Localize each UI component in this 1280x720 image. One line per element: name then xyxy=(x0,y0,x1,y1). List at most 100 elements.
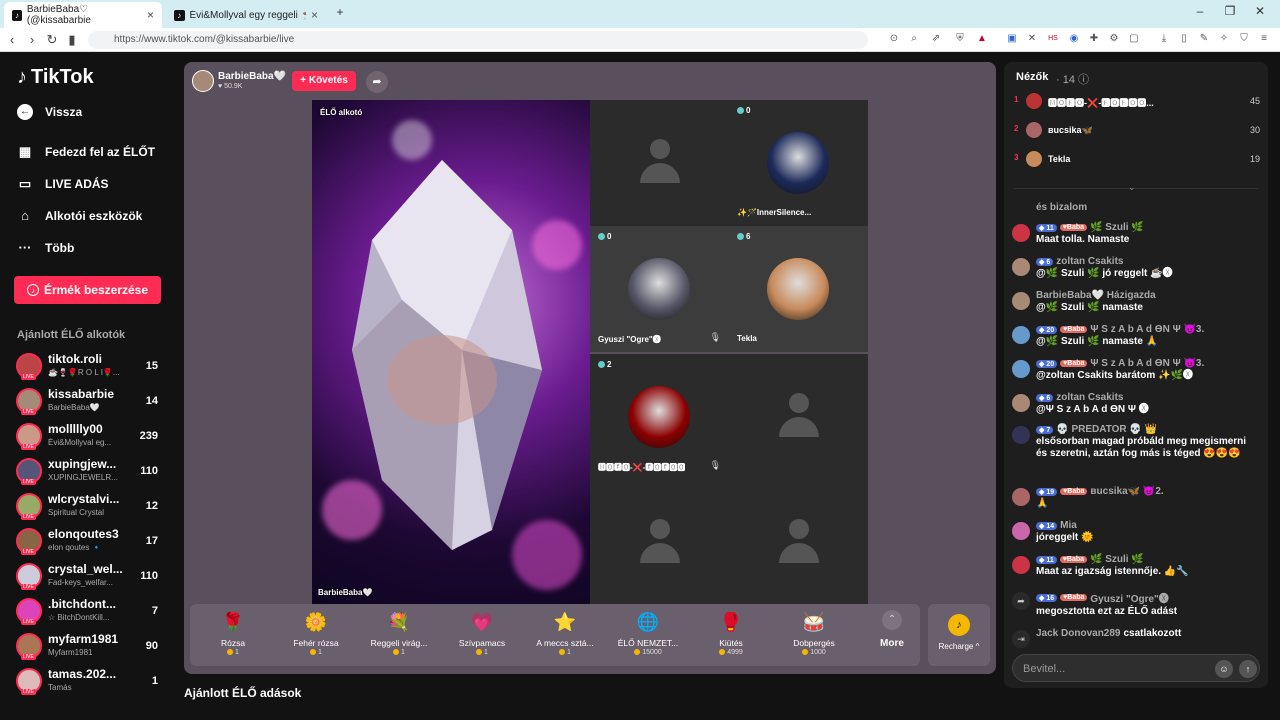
chat-avatar[interactable] xyxy=(1012,556,1030,574)
gift-item[interactable]: 🌐 ÉLŐ NEMZET... 15000 xyxy=(609,610,687,666)
chat-avatar[interactable] xyxy=(1012,224,1030,242)
shield-icon[interactable]: ⛨ xyxy=(954,33,966,45)
close-tab-icon[interactable]: × xyxy=(147,8,154,22)
settings-icon[interactable]: ⚙ xyxy=(1108,33,1120,45)
more-gifts-button[interactable]: ⌃ More xyxy=(870,610,914,649)
creator-item[interactable]: LIVE elonqoutes3 elon qoutes 🔹 17 xyxy=(16,525,166,559)
creator-item[interactable]: LIVE .bitchdont... ☆ BitchDontKill... 7 xyxy=(16,595,166,629)
creator-item[interactable]: LIVE tamas.202... Tamás 1 xyxy=(16,665,166,699)
main-video[interactable]: ÉLŐ alkotó BarbieBaba🤍 xyxy=(312,100,590,604)
cast-icon[interactable]: ⊙ xyxy=(888,33,900,45)
puzzle-icon[interactable]: ✚ xyxy=(1088,33,1100,45)
creator-item[interactable]: LIVE wlcrystalvi... Spiritual Crystal 12 xyxy=(16,490,166,524)
new-tab-button[interactable]: + xyxy=(330,5,350,19)
gift-item[interactable]: 🥊 Kiütés 4999 xyxy=(692,610,770,666)
chat-username[interactable]: Gyuszi "Ogre"🅧 xyxy=(1090,590,1168,605)
creator-item[interactable]: LIVE tiktok.roli ☕🍷🌹R O L I🌹... 15 xyxy=(16,350,166,384)
empty-guest-slot[interactable] xyxy=(590,480,729,606)
reload-icon[interactable]: ↻ xyxy=(44,32,60,48)
menu-creator-tools[interactable]: ⌂ Alkotói eszközök xyxy=(17,208,142,223)
creator-item[interactable]: LIVE crystal_wel... Fad-keys_welfar... 1… xyxy=(16,560,166,594)
host-avatar[interactable] xyxy=(192,70,214,92)
recharge-button[interactable]: ♪ Recharge ^ xyxy=(928,604,990,666)
chat-username[interactable]: вucsika🦋 😈2. xyxy=(1090,486,1163,497)
guest-slot[interactable]: 0 Gyuszi "Ogre"🅧⃝ 🎙 xyxy=(590,226,729,352)
empty-guest-slot[interactable] xyxy=(729,480,868,606)
chevron-down-icon[interactable]: ⌄ xyxy=(1128,182,1136,193)
tiktok-logo[interactable]: ♪ TikTok xyxy=(17,66,94,89)
creator-item[interactable]: LIVE myfarm1981 Myfarm1981 90 xyxy=(16,630,166,664)
get-coins-button[interactable]: ♪ Érmék beszerzése xyxy=(14,276,161,304)
chat-username[interactable]: zoltan Csakits xyxy=(1056,256,1123,267)
gift-item[interactable]: 🥁 Dobpergés 1000 xyxy=(775,610,853,666)
chat-input[interactable] xyxy=(1023,661,1203,677)
empty-guest-slot[interactable] xyxy=(729,354,868,480)
creator-item[interactable]: LIVE kissabarbie BarbieBaba🤍 14 xyxy=(16,385,166,419)
close-window-icon[interactable]: ✕ xyxy=(1250,4,1270,18)
chat-avatar[interactable] xyxy=(1012,522,1030,540)
security-icon[interactable]: ⛉ xyxy=(1238,33,1250,45)
guest-slot[interactable]: 0 ✨🪄InnerSilence... xyxy=(729,100,868,226)
browser-tab-active[interactable]: ♪ BarbieBaba♡ (@kissabarbie × xyxy=(4,2,162,28)
back-link[interactable]: ← Vissza xyxy=(17,104,82,120)
creator-item[interactable]: LIVE mollllly00 Évi&Mollyval eg... 239 xyxy=(16,420,166,454)
menu-icon[interactable]: ≡ xyxy=(1258,33,1270,45)
extensions-icon[interactable]: ✧ xyxy=(1218,33,1230,45)
guest-slot[interactable]: 6 Tekla xyxy=(729,226,868,352)
download-icon[interactable]: ⤓ xyxy=(1158,33,1170,45)
send-icon[interactable]: ↑ xyxy=(1239,660,1257,678)
creator-item[interactable]: LIVE xupingjew... XUPINGJEWELR... 110 xyxy=(16,455,166,489)
vpn-icon[interactable]: ◉ xyxy=(1068,33,1080,45)
menu-explore-live[interactable]: ▦ Fedezd fel az ÉLŐT xyxy=(17,144,155,160)
minimize-icon[interactable]: – xyxy=(1190,4,1210,18)
tools-icon[interactable]: ✕ xyxy=(1026,33,1038,45)
chat-avatar[interactable] xyxy=(1012,258,1030,276)
guest-slot[interactable]: 2 🅼🅾🅵🅾-❌-🅵🅾🅵🅾🅾 🎙 xyxy=(590,354,729,480)
chat-avatar[interactable] xyxy=(1012,326,1030,344)
chat-username[interactable]: Ψ S z A b A d ƟN Ψ 😈3. xyxy=(1090,358,1204,369)
chat-avatar[interactable] xyxy=(1012,360,1030,378)
chat-username[interactable]: Jack Donovan289 xyxy=(1036,628,1121,639)
chat-username[interactable]: 🌿 Szuli 🌿 xyxy=(1090,554,1144,565)
zoom-icon[interactable]: ⌕ xyxy=(908,33,920,45)
browser-tab[interactable]: ♪ Évi&Mollyval egy reggeli ☕😍 (@m × xyxy=(166,2,326,28)
chat-username[interactable]: zoltan Csakits xyxy=(1056,392,1123,403)
empty-guest-slot[interactable] xyxy=(590,100,729,226)
reader-icon[interactable]: ✎ xyxy=(1198,33,1210,45)
back-icon[interactable]: ‹ xyxy=(4,32,20,47)
gift-item[interactable]: 💐 Reggeli virág... 1 xyxy=(360,610,438,666)
chat-avatar[interactable] xyxy=(1012,488,1030,506)
viewer-row[interactable]: 1 🅼🅾🅵🅾-❌-🅵🅾🅵🅾🅾... 45 xyxy=(1014,93,1260,109)
chat-username[interactable]: 💀 PREDATOR 💀 👑 xyxy=(1056,424,1157,435)
share-icon[interactable]: ➦ xyxy=(366,71,388,93)
maximize-icon[interactable]: ❐ xyxy=(1220,4,1240,18)
gift-item[interactable]: 💗 Szívpamacs 1 xyxy=(443,610,521,666)
viewer-row[interactable]: 3 Tekla 19 xyxy=(1014,151,1260,167)
chat-avatar[interactable] xyxy=(1012,394,1030,412)
close-tab-icon[interactable]: × xyxy=(311,8,318,22)
bookmark-icon[interactable]: ▮ xyxy=(64,32,80,48)
forward-icon[interactable]: › xyxy=(24,32,40,47)
host-name[interactable]: BarbieBaba🤍 xyxy=(218,71,286,82)
translate-icon[interactable]: ▣ xyxy=(1006,33,1018,45)
menu-live-stream[interactable]: ▭ LIVE ADÁS xyxy=(17,176,109,192)
chat-avatar[interactable] xyxy=(1012,292,1030,310)
emoji-icon[interactable]: ☺ xyxy=(1215,660,1233,678)
gift-item[interactable]: 🌼 Fehér rózsa 1 xyxy=(277,610,355,666)
chat-username[interactable]: Ψ S z A b A d ƟN Ψ 😈3. xyxy=(1090,324,1204,335)
gift-item[interactable]: 🌹 Rózsa 1 xyxy=(194,610,272,666)
viewer-row[interactable]: 2 вucsika🦋 30 xyxy=(1014,122,1260,138)
menu-more[interactable]: ··· Több xyxy=(17,240,75,255)
share-page-icon[interactable]: ⇗ xyxy=(930,33,942,45)
chat-username[interactable]: Mia xyxy=(1060,520,1077,531)
sidebar-toggle-icon[interactable]: ▯ xyxy=(1178,33,1190,45)
chat-avatar[interactable] xyxy=(1012,426,1030,444)
url-field[interactable]: https://www.tiktok.com/@kissabarbie/live xyxy=(88,31,868,49)
chat-username[interactable]: BarbieBaba🤍 Házigazda xyxy=(1036,290,1156,301)
extension-hs-icon[interactable]: HS xyxy=(1044,33,1062,45)
gift-item[interactable]: ⭐ A meccs sztá... 1 xyxy=(526,610,604,666)
chat-username[interactable]: 🌿 Szuli 🌿 xyxy=(1090,222,1144,233)
warning-icon[interactable]: ▲ xyxy=(976,33,988,45)
screenshot-icon[interactable]: ▢ xyxy=(1128,33,1140,45)
follow-button[interactable]: + Követés xyxy=(292,71,356,91)
